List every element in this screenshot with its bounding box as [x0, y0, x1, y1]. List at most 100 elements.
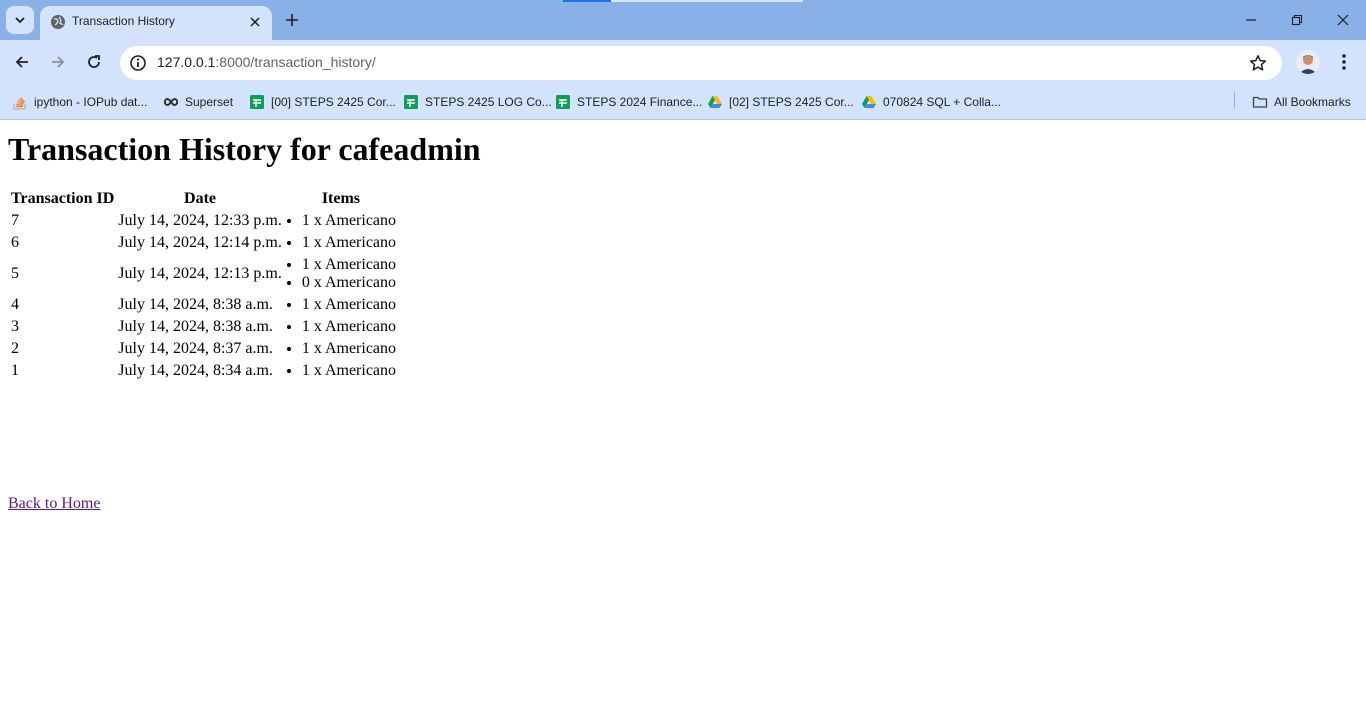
item-list: 1 x Americano	[286, 340, 396, 358]
table-row: 1 July 14, 2024, 8:34 a.m. 1 x Americano	[10, 361, 397, 381]
page-content: Transaction History for cafeadmin Transa…	[0, 121, 1366, 728]
transaction-date: July 14, 2024, 8:37 a.m.	[118, 340, 273, 357]
restore-button[interactable]	[1283, 6, 1311, 34]
arrow-left-icon	[15, 56, 28, 68]
google-sheets-icon	[249, 94, 265, 110]
transaction-rows: 7July 14, 2024, 12:33 p.m.1 x Americano6…	[10, 211, 397, 381]
tab-strip: Transaction History	[0, 0, 1366, 40]
restore-icon	[1291, 14, 1303, 26]
bookmark-item[interactable]: STEPS 2024 Finance...	[555, 92, 702, 112]
tab-search-button[interactable]	[6, 6, 34, 34]
transaction-id: 4	[11, 296, 19, 313]
transaction-id: 7	[11, 212, 19, 229]
transaction-items: 1 x Americano	[285, 295, 397, 315]
browser-toolbar: 127.0.0.1:8000/transaction_history/	[0, 40, 1366, 84]
superset-icon	[163, 94, 179, 110]
bookmark-label: STEPS 2425 LOG Co...	[425, 95, 552, 109]
browser-menu-button[interactable]	[1332, 50, 1356, 74]
list-item: 0 x Americano	[302, 274, 396, 292]
minimize-button[interactable]	[1237, 6, 1265, 34]
item-list: 1 x Americano	[286, 362, 396, 380]
back-button[interactable]	[8, 48, 36, 76]
folder-icon	[1252, 94, 1268, 110]
list-item: 1 x Americano	[302, 296, 396, 314]
bookmark-label: 070824 SQL + Colla...	[883, 95, 1001, 109]
list-item: 1 x Americano	[302, 362, 396, 380]
bookmark-item[interactable]: [02] STEPS 2425 Cor...	[707, 92, 854, 112]
transaction-table: Transaction ID Date Items 7 July 14, 2024…	[8, 187, 399, 383]
list-item: 1 x Americano	[302, 318, 396, 336]
all-bookmarks-button[interactable]: All Bookmarks	[1252, 92, 1351, 112]
site-info-button[interactable]	[126, 51, 150, 75]
bookmark-star-button[interactable]	[1246, 51, 1270, 75]
transaction-items: 1 x Americano	[285, 361, 397, 381]
bookmark-label: Superset	[185, 95, 234, 109]
column-header-items: Items	[321, 190, 361, 207]
list-item: 1 x Americano	[302, 340, 396, 358]
transaction-date: July 14, 2024, 8:38 a.m.	[118, 318, 273, 335]
bookmark-item[interactable]: 070824 SQL + Colla...	[861, 92, 1001, 112]
list-item: 1 x Americano	[302, 256, 396, 274]
list-item: 1 x Americano	[302, 212, 396, 230]
url-host: 127.0.0.1	[157, 54, 216, 70]
url-text[interactable]: 127.0.0.1:8000/transaction_history/	[157, 54, 376, 70]
google-sheets-icon	[555, 94, 571, 110]
tab-strip-highlight	[563, 0, 803, 2]
table-row: 7 July 14, 2024, 12:33 p.m. 1 x Americano	[10, 211, 397, 231]
tab-close-button[interactable]	[246, 13, 264, 31]
bookmarks-divider	[1234, 92, 1235, 108]
item-list: 1 x Americano	[286, 318, 396, 336]
transaction-items: 1 x Americano0 x Americano	[285, 255, 397, 293]
address-bar[interactable]: 127.0.0.1:8000/transaction_history/	[120, 46, 1282, 80]
table-row: 5July 14, 2024, 12:13 p.m.1 x Americano0…	[10, 255, 397, 293]
transaction-id: 6	[11, 234, 19, 251]
column-header-date: Date	[184, 190, 217, 207]
bookmark-item[interactable]: Superset	[163, 92, 233, 112]
transaction-date: July 14, 2024, 12:14 p.m.	[118, 234, 282, 251]
star-icon	[1249, 55, 1267, 71]
table-row: 6 July 14, 2024, 12:14 p.m. 1 x Americano	[10, 233, 397, 253]
transaction-id: 5	[11, 265, 19, 282]
transaction-items: 1 x Americano	[285, 339, 397, 359]
back-to-home-link[interactable]: Back to Home	[8, 495, 100, 513]
url-path: :8000/transaction_history/	[215, 54, 376, 70]
reload-icon	[88, 55, 100, 68]
transaction-id: 1	[11, 362, 19, 379]
transaction-id: 2	[11, 340, 19, 357]
more-vertical-icon	[1342, 54, 1346, 70]
bookmark-item[interactable]: STEPS 2425 LOG Co...	[403, 92, 552, 112]
all-bookmarks-label: All Bookmarks	[1274, 95, 1351, 109]
close-icon	[250, 17, 260, 27]
new-tab-button[interactable]	[280, 8, 304, 32]
page-title: Transaction History for cafeadmin	[8, 131, 481, 167]
stack-overflow-icon	[12, 94, 28, 110]
transaction-items: 1 x Americano	[285, 317, 397, 337]
arrow-right-icon	[52, 56, 65, 68]
item-list: 1 x Americano0 x Americano	[286, 256, 396, 292]
bookmark-label: ipython - IOPub dat...	[34, 95, 148, 109]
reload-button[interactable]	[80, 48, 108, 76]
forward-button[interactable]	[44, 48, 72, 76]
table-row: 2 July 14, 2024, 8:37 a.m. 1 x Americano	[10, 339, 397, 359]
bookmark-label: [00] STEPS 2425 Cor...	[271, 95, 396, 109]
window-close-button[interactable]	[1329, 6, 1357, 34]
transaction-date: July 14, 2024, 12:13 p.m.	[118, 265, 282, 282]
active-tab[interactable]: Transaction History	[40, 6, 272, 40]
table-row: 4 July 14, 2024, 8:38 a.m. 1 x Americano	[10, 295, 397, 315]
google-sheets-icon	[403, 94, 419, 110]
bookmark-item[interactable]: ipython - IOPub dat...	[12, 92, 147, 112]
transaction-date: July 14, 2024, 8:38 a.m.	[118, 296, 273, 313]
item-list: 1 x Americano	[286, 234, 396, 252]
bookmarks-bar: ipython - IOPub dat... Superset [00] STE…	[0, 84, 1366, 120]
bookmark-item[interactable]: [00] STEPS 2425 Cor...	[249, 92, 396, 112]
avatar-icon	[1296, 50, 1320, 74]
transaction-date: July 14, 2024, 8:34 a.m.	[118, 362, 273, 379]
close-icon	[1337, 14, 1349, 26]
profile-avatar[interactable]	[1296, 50, 1320, 74]
column-header-id: Transaction ID	[11, 190, 115, 207]
transaction-date: July 14, 2024, 12:33 p.m.	[118, 212, 282, 229]
table-row: 3 July 14, 2024, 8:38 a.m. 1 x Americano	[10, 317, 397, 337]
transaction-items: 1 x Americano	[285, 233, 397, 253]
minimize-icon	[1246, 19, 1256, 21]
list-item: 1 x Americano	[302, 234, 396, 252]
